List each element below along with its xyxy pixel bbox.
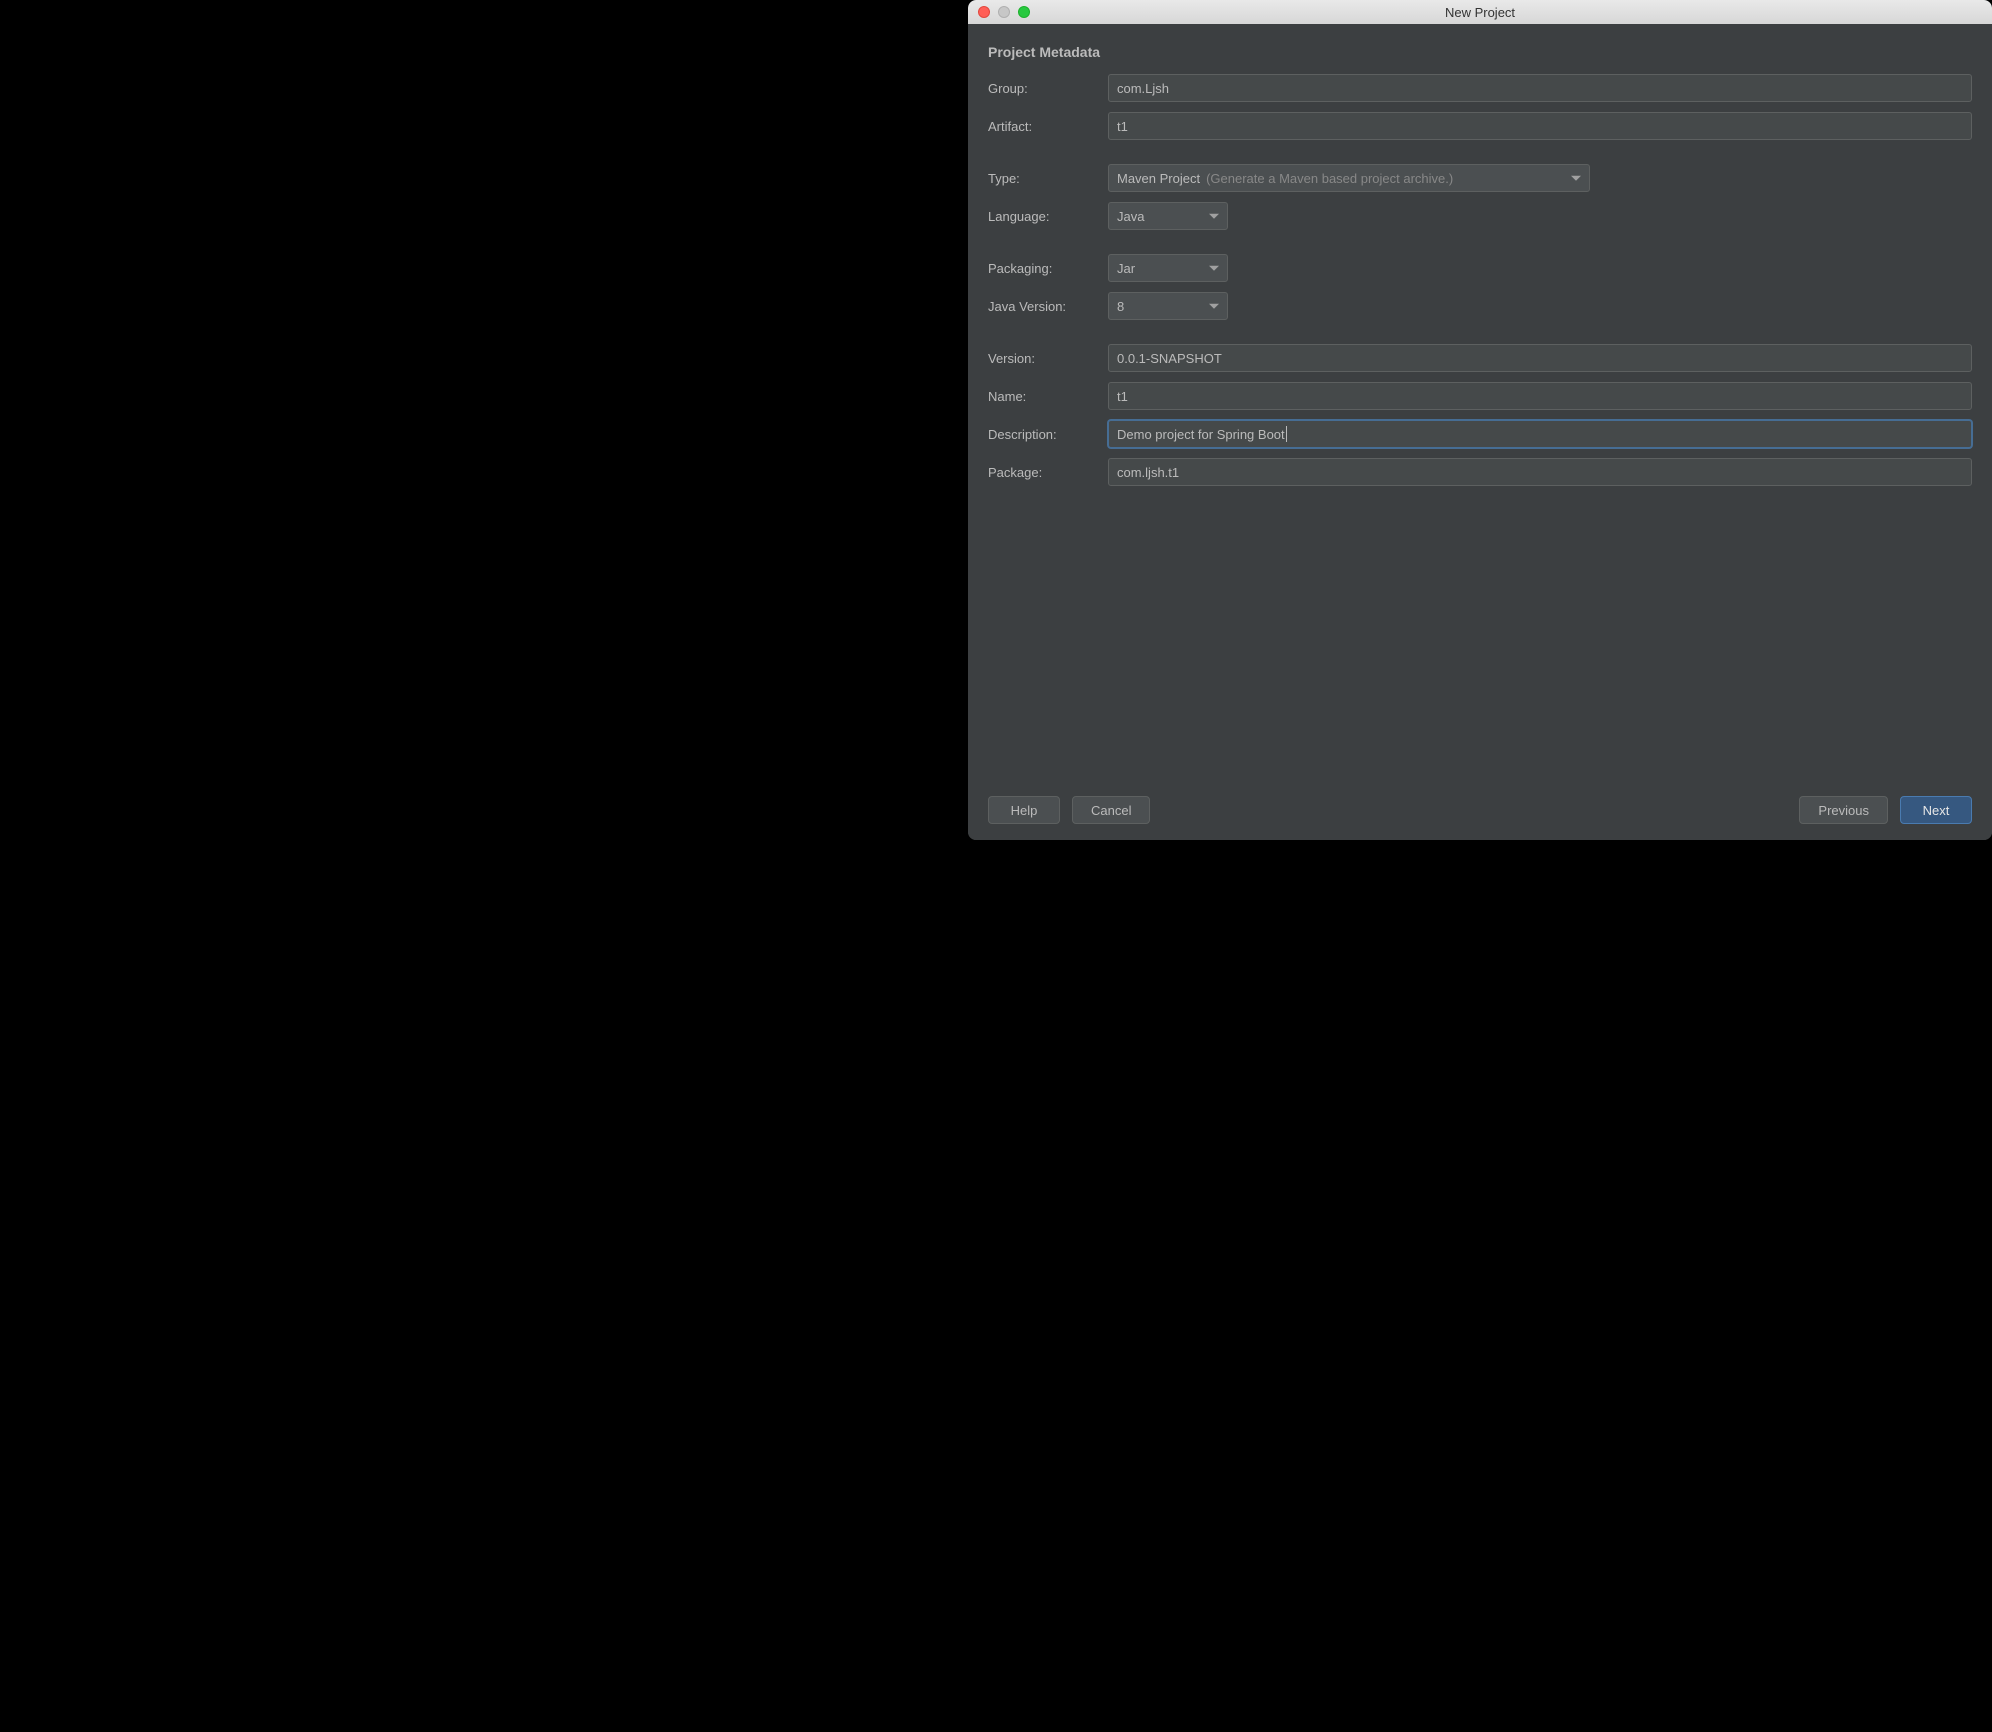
project-metadata-form: Group: Artifact: Type: Maven Project (Ge…	[988, 74, 1972, 486]
help-button[interactable]: Help	[988, 796, 1060, 824]
artifact-input[interactable]	[1108, 112, 1972, 140]
type-value: Maven Project	[1117, 171, 1200, 186]
next-button[interactable]: Next	[1900, 796, 1972, 824]
chevron-down-icon	[1209, 266, 1219, 271]
label-packaging: Packaging:	[988, 261, 1096, 276]
dialog-footer: Help Cancel Previous Next	[988, 782, 1972, 824]
label-version: Version:	[988, 351, 1096, 366]
artifact-field[interactable]	[1117, 113, 1963, 139]
label-group: Group:	[988, 81, 1096, 96]
label-type: Type:	[988, 171, 1096, 186]
row-java-version: Java Version: 8	[988, 292, 1972, 320]
dialog-content: Project Metadata Group: Artifact: Type: …	[968, 24, 1992, 840]
group-input[interactable]	[1108, 74, 1972, 102]
version-field[interactable]	[1117, 345, 1963, 371]
packaging-value: Jar	[1117, 261, 1135, 276]
language-value: Java	[1117, 209, 1144, 224]
row-package: Package:	[988, 458, 1972, 486]
language-select[interactable]: Java	[1108, 202, 1228, 230]
description-input[interactable]: Demo project for Spring Boot	[1108, 420, 1972, 448]
packaging-select[interactable]: Jar	[1108, 254, 1228, 282]
description-field-text: Demo project for Spring Boot	[1117, 427, 1285, 442]
titlebar[interactable]: New Project	[968, 0, 1992, 24]
package-field[interactable]	[1117, 459, 1963, 485]
minimize-icon	[998, 6, 1010, 18]
section-title: Project Metadata	[988, 44, 1972, 60]
row-version: Version:	[988, 344, 1972, 372]
java-version-select[interactable]: 8	[1108, 292, 1228, 320]
label-java-version: Java Version:	[988, 299, 1096, 314]
text-cursor-icon	[1286, 426, 1287, 442]
previous-button[interactable]: Previous	[1799, 796, 1888, 824]
row-language: Language: Java	[988, 202, 1972, 230]
java-version-value: 8	[1117, 299, 1124, 314]
row-group: Group:	[988, 74, 1972, 102]
label-description: Description:	[988, 427, 1096, 442]
label-package: Package:	[988, 465, 1096, 480]
chevron-down-icon	[1209, 214, 1219, 219]
type-select[interactable]: Maven Project (Generate a Maven based pr…	[1108, 164, 1590, 192]
label-artifact: Artifact:	[988, 119, 1096, 134]
package-input[interactable]	[1108, 458, 1972, 486]
maximize-icon[interactable]	[1018, 6, 1030, 18]
chevron-down-icon	[1209, 304, 1219, 309]
window-title: New Project	[968, 5, 1992, 20]
row-name: Name:	[988, 382, 1972, 410]
group-field[interactable]	[1117, 75, 1963, 101]
chevron-down-icon	[1571, 176, 1581, 181]
label-name: Name:	[988, 389, 1096, 404]
name-field[interactable]	[1117, 383, 1963, 409]
row-description: Description: Demo project for Spring Boo…	[988, 420, 1972, 448]
window-controls	[968, 6, 1030, 18]
new-project-dialog: New Project Project Metadata Group: Arti…	[968, 0, 1992, 840]
cancel-button[interactable]: Cancel	[1072, 796, 1150, 824]
row-artifact: Artifact:	[988, 112, 1972, 140]
row-packaging: Packaging: Jar	[988, 254, 1972, 282]
label-language: Language:	[988, 209, 1096, 224]
row-type: Type: Maven Project (Generate a Maven ba…	[988, 164, 1972, 192]
type-hint: (Generate a Maven based project archive.…	[1206, 171, 1453, 186]
version-input[interactable]	[1108, 344, 1972, 372]
name-input[interactable]	[1108, 382, 1972, 410]
close-icon[interactable]	[978, 6, 990, 18]
